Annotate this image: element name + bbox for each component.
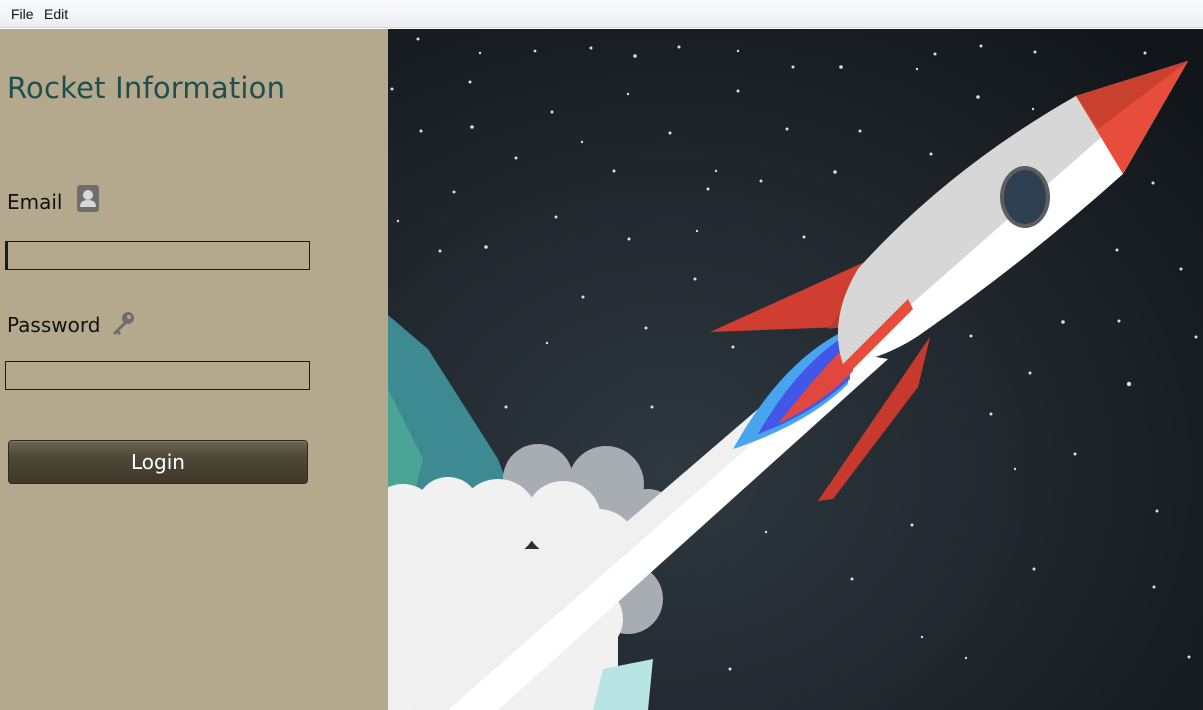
contact-card-icon xyxy=(77,185,99,212)
menu-file[interactable]: File xyxy=(11,6,34,22)
password-field[interactable] xyxy=(5,361,310,390)
email-label: Email xyxy=(7,190,63,214)
key-icon xyxy=(110,310,136,340)
rocket-illustration xyxy=(388,29,1203,710)
login-panel: Rocket Information Email Password Login xyxy=(0,29,388,710)
page-title: Rocket Information xyxy=(7,71,286,105)
menu-edit[interactable]: Edit xyxy=(44,6,68,22)
menu-bar: File Edit xyxy=(0,0,1203,28)
password-label: Password xyxy=(7,313,101,337)
login-button[interactable]: Login xyxy=(8,440,308,484)
email-field[interactable] xyxy=(5,241,310,270)
